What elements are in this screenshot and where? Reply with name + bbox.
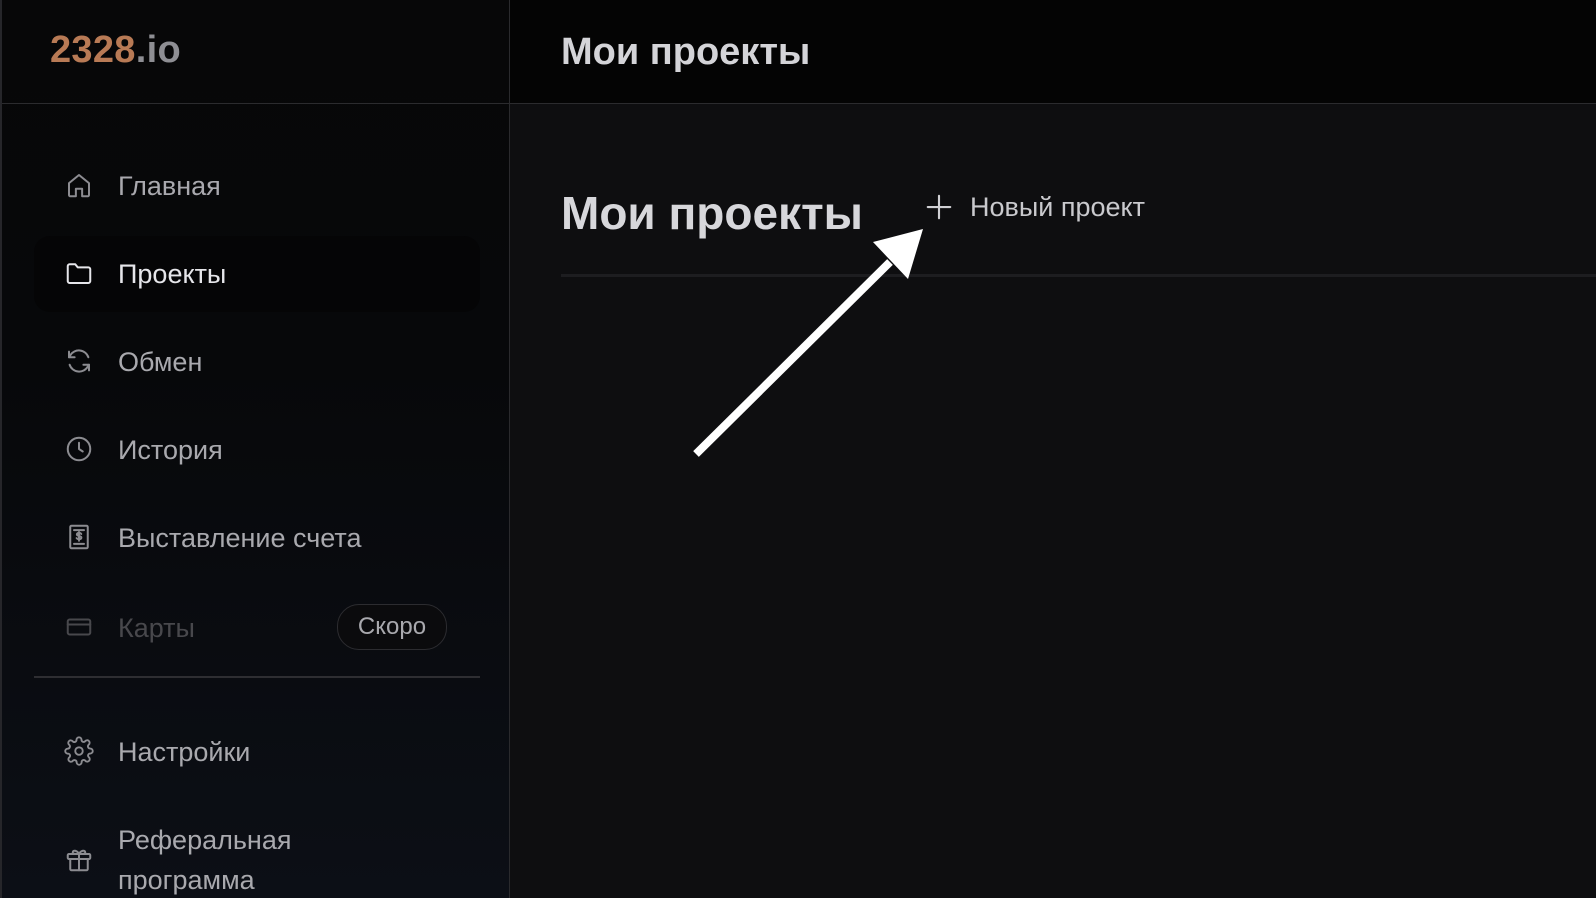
coming-soon-badge: Скоро <box>337 604 447 650</box>
sidebar-item-label: Обмен <box>118 347 203 377</box>
projects-heading: Мои проекты <box>561 187 863 239</box>
sidebar-item-settings[interactable]: Настройки <box>34 714 480 790</box>
refresh-icon <box>64 346 94 376</box>
plus-icon <box>924 192 954 222</box>
folder-icon <box>64 258 94 288</box>
main-content: Мои проекты Мои проекты Новый проект <box>510 0 1596 898</box>
page-title: Мои проекты <box>561 31 811 73</box>
gear-icon <box>64 736 94 766</box>
logo-tld-text: .io <box>135 29 181 71</box>
heading-divider <box>561 274 1596 277</box>
sidebar-item-invoicing[interactable]: Выставление счета <box>34 500 480 576</box>
gift-icon <box>64 844 94 874</box>
sidebar-item-label: Выставление счета <box>118 523 362 553</box>
top-bar: Мои проекты <box>510 0 1596 104</box>
sidebar-item-label: Реферальная программа <box>118 825 292 895</box>
sidebar-header: 2328.io <box>2 0 509 104</box>
new-project-label: Новый проект <box>970 192 1145 222</box>
sidebar-item-label: Настройки <box>118 737 251 767</box>
sidebar-item-referral[interactable]: Реферальная программа <box>34 804 480 898</box>
sidebar-divider <box>34 676 480 678</box>
credit-card-icon <box>64 612 94 642</box>
home-icon <box>64 170 94 200</box>
logo-main-text: 2328 <box>50 29 136 71</box>
sidebar-item-exchange[interactable]: Обмен <box>34 324 480 400</box>
sidebar-item-history[interactable]: История <box>34 412 480 488</box>
sidebar-item-cards: Карты Скоро <box>34 590 480 666</box>
sidebar-item-label: Проекты <box>118 259 227 289</box>
sidebar-item-home[interactable]: Главная <box>34 148 480 224</box>
receipt-icon <box>64 522 94 552</box>
app-window: 2328.io Главная Проекты Обмен История Вы… <box>0 0 1596 898</box>
logo[interactable]: 2328.io <box>50 28 181 72</box>
sidebar-item-label: Главная <box>118 171 221 201</box>
clock-icon <box>64 434 94 464</box>
sidebar-item-projects[interactable]: Проекты <box>34 236 480 312</box>
sidebar-item-label: История <box>118 435 223 465</box>
annotation-arrow <box>693 229 923 457</box>
sidebar-item-label: Карты <box>118 613 195 643</box>
sidebar: 2328.io Главная Проекты Обмен История Вы… <box>0 0 510 898</box>
